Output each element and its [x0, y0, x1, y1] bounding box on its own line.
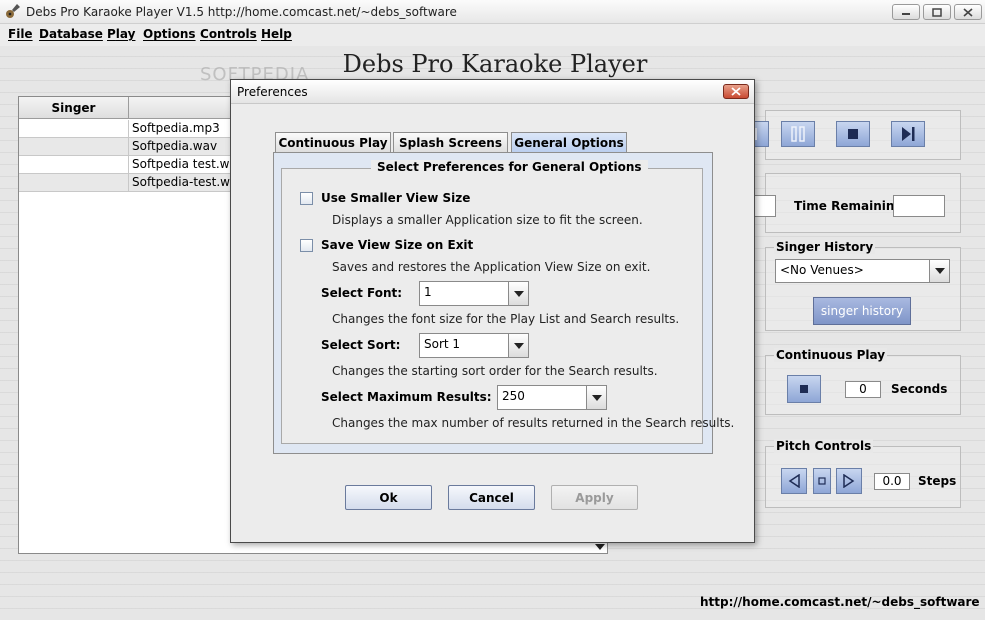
window-title: Debs Pro Karaoke Player V1.5 http://home…	[26, 5, 457, 19]
guitar-icon	[6, 4, 20, 18]
steps-label: Steps	[918, 474, 957, 488]
venue-select-value: <No Venues>	[780, 263, 864, 277]
menu-database[interactable]: Database	[39, 27, 103, 41]
minimize-icon	[902, 13, 910, 15]
select-max-results-description: Changes the max number of results return…	[332, 416, 735, 430]
cancel-button[interactable]: Cancel	[448, 485, 535, 510]
menu-file[interactable]: File	[8, 27, 33, 41]
cell-singer	[19, 120, 129, 138]
time-remaining-label: Time Remaining	[794, 199, 904, 213]
max-results-select-arrow[interactable]	[586, 386, 606, 409]
dialog-close-button[interactable]	[723, 84, 749, 99]
dialog-title: Preferences	[237, 85, 308, 99]
pitch-steps-field[interactable]: 0.0	[874, 473, 910, 490]
font-select[interactable]: 1	[419, 281, 529, 306]
preferences-dialog: Preferences Continuous Play Splash Scree…	[230, 79, 755, 543]
time-elapsed-field[interactable]	[754, 195, 776, 217]
footer-url[interactable]: http://home.comcast.net/~debs_software	[700, 595, 980, 609]
menu-bar: File Database Play Options Controls Help	[0, 24, 985, 46]
continuous-play-toggle[interactable]	[787, 375, 821, 403]
chevron-down-icon	[934, 268, 945, 274]
next-button[interactable]	[891, 121, 925, 147]
group-title: Select Preferences for General Options	[371, 160, 648, 174]
sort-select-value: Sort 1	[424, 337, 461, 351]
pitch-down-button[interactable]	[781, 468, 807, 494]
select-max-results-label: Select Maximum Results:	[321, 390, 492, 404]
minimize-button[interactable]	[892, 4, 920, 20]
smaller-view-label[interactable]: Use Smaller View Size	[321, 191, 470, 205]
continuous-play-seconds-field[interactable]: 0	[845, 381, 881, 398]
maximize-icon	[932, 7, 942, 17]
cell-singer	[19, 174, 129, 192]
window-titlebar: Debs Pro Karaoke Player V1.5 http://home…	[0, 0, 985, 24]
cell-song: Softpedia test.wa	[132, 157, 237, 171]
pitch-up-button[interactable]	[836, 468, 862, 494]
ok-button[interactable]: Ok	[345, 485, 432, 510]
skip-next-icon	[902, 127, 915, 141]
menu-controls[interactable]: Controls	[200, 27, 257, 41]
save-view-label[interactable]: Save View Size on Exit	[321, 238, 473, 252]
triangle-left-icon	[788, 474, 800, 488]
cell-song: Softpedia.wav	[132, 139, 218, 153]
select-sort-description: Changes the starting sort order for the …	[332, 364, 658, 378]
time-remaining-field[interactable]	[893, 195, 945, 217]
chevron-down-icon	[513, 290, 524, 297]
smaller-view-checkbox[interactable]	[300, 192, 313, 205]
stop-icon	[848, 129, 858, 139]
save-view-checkbox[interactable]	[300, 239, 313, 252]
select-sort-label: Select Sort:	[321, 338, 401, 352]
sort-select-arrow[interactable]	[508, 334, 528, 357]
triangle-right-icon	[843, 474, 855, 488]
stop-button[interactable]	[836, 121, 870, 147]
chevron-down-icon	[591, 394, 602, 401]
maximize-button[interactable]	[923, 4, 951, 20]
seconds-label: Seconds	[891, 382, 948, 396]
menu-help[interactable]: Help	[261, 27, 292, 41]
tab-general-options[interactable]: General Options	[511, 132, 627, 153]
tab-splash-screens[interactable]: Splash Screens	[393, 132, 508, 152]
max-results-select[interactable]: 250	[497, 385, 607, 410]
singer-history-button[interactable]: singer history	[813, 297, 911, 325]
dialog-titlebar: Preferences	[231, 80, 754, 104]
save-view-description: Saves and restores the Application View …	[332, 260, 651, 274]
pause-button[interactable]	[781, 121, 815, 147]
sort-select[interactable]: Sort 1	[419, 333, 529, 358]
close-button[interactable]	[954, 4, 982, 20]
close-icon	[963, 7, 973, 17]
singer-history-title: Singer History	[774, 240, 876, 254]
max-results-select-value: 250	[502, 389, 525, 403]
smaller-view-description: Displays a smaller Application size to f…	[332, 213, 643, 227]
column-header-singer[interactable]: Singer	[19, 97, 129, 119]
pitch-reset-button[interactable]	[813, 468, 831, 494]
select-font-description: Changes the font size for the Play List …	[332, 312, 680, 326]
close-icon	[731, 87, 741, 96]
cell-singer	[19, 156, 129, 174]
menu-play[interactable]: Play	[107, 27, 135, 41]
continuous-play-title: Continuous Play	[774, 348, 888, 362]
venue-select-arrow[interactable]	[929, 260, 949, 282]
cell-song: Softpedia-test.wa	[132, 175, 238, 189]
menu-options[interactable]: Options	[143, 27, 196, 41]
chevron-down-icon	[595, 544, 605, 550]
pitch-controls-title: Pitch Controls	[774, 439, 874, 453]
tab-continuous-play[interactable]: Continuous Play	[275, 132, 391, 152]
cell-song: Softpedia.mp3	[132, 121, 220, 135]
app-heading: Debs Pro Karaoke Player	[342, 50, 648, 78]
chevron-down-icon	[513, 342, 524, 349]
stop-icon	[818, 477, 826, 485]
select-font-label: Select Font:	[321, 286, 403, 300]
pause-icon	[791, 126, 805, 142]
stop-icon	[800, 385, 808, 393]
font-select-value: 1	[424, 285, 432, 299]
apply-button[interactable]: Apply	[551, 485, 638, 510]
font-select-arrow[interactable]	[508, 282, 528, 305]
venue-select[interactable]: <No Venues>	[775, 259, 950, 283]
cell-singer	[19, 138, 129, 156]
